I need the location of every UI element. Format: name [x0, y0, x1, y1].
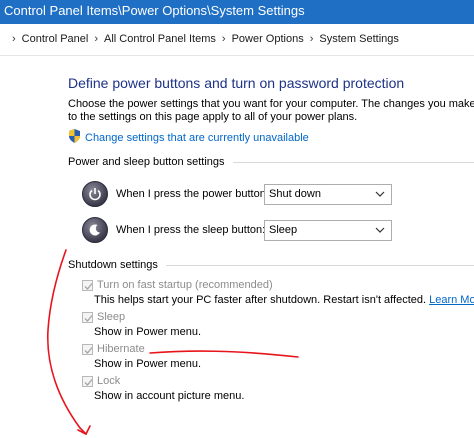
breadcrumb-separator[interactable]: › [310, 33, 314, 45]
power-sleep-section-title: Power and sleep button settings [68, 156, 225, 168]
breadcrumb-control-panel[interactable]: Control Panel [22, 33, 89, 45]
hibernate-description: Show in Power menu. [94, 358, 201, 370]
shutdown-section-title: Shutdown settings [68, 259, 158, 271]
change-settings-link[interactable]: Change settings that are currently unava… [85, 132, 309, 144]
sleep-button-label: When I press the sleep button: [116, 224, 266, 236]
power-sleep-section-header: Power and sleep button settings [68, 156, 474, 168]
fast-startup-description: This helps start your PC faster after sh… [94, 294, 474, 306]
fast-startup-checkbox[interactable] [82, 279, 93, 291]
shutdown-section-header: Shutdown settings [68, 259, 474, 271]
hibernate-label: Hibernate [97, 343, 145, 355]
hibernate-row: Hibernate [82, 343, 145, 355]
power-button-select[interactable]: Shut down [264, 183, 392, 205]
sleep-row: Sleep [82, 311, 125, 323]
power-button-row: When I press the power button: Shut down [82, 181, 392, 207]
sleep-checkbox[interactable] [82, 311, 93, 323]
power-button-label: When I press the power button: [116, 188, 269, 200]
fast-startup-row: Turn on fast startup (recommended) [82, 279, 273, 291]
breadcrumb: › Control Panel › All Control Panel Item… [6, 33, 399, 45]
chevron-down-icon [375, 189, 385, 202]
address-bar[interactable]: › Control Panel › All Control Panel Item… [0, 24, 474, 56]
fast-startup-desc-text: This helps start your PC faster after sh… [94, 294, 427, 306]
sleep-label: Sleep [97, 311, 126, 323]
breadcrumb-all-items[interactable]: All Control Panel Items [104, 33, 216, 45]
breadcrumb-power-options[interactable]: Power Options [232, 33, 304, 45]
breadcrumb-system-settings[interactable]: System Settings [319, 33, 398, 45]
chevron-down-icon [375, 225, 385, 238]
lock-row: Lock [82, 375, 120, 387]
sleep-button-select[interactable]: Sleep [264, 219, 392, 241]
section-divider [165, 264, 474, 266]
sleep-button-row: When I press the sleep button: Sleep [82, 217, 392, 243]
title-bar: Control Panel Items\Power Options\System… [0, 0, 474, 24]
breadcrumb-separator: › [12, 33, 16, 45]
hibernate-checkbox[interactable] [82, 343, 93, 355]
fast-startup-label: Turn on fast startup (recommended) [97, 279, 273, 291]
change-settings-row: Change settings that are currently unava… [68, 129, 309, 146]
main-content: Define power buttons and turn on passwor… [0, 57, 474, 438]
breadcrumb-separator[interactable]: › [94, 33, 98, 45]
lock-label: Lock [97, 375, 121, 387]
lock-checkbox[interactable] [82, 375, 93, 387]
sleep-description: Show in Power menu. [94, 326, 201, 338]
learn-more-link[interactable]: Learn More [429, 294, 474, 306]
power-button-select-value: Shut down [269, 187, 321, 200]
section-divider [232, 161, 474, 163]
window-title: Control Panel Items\Power Options\System… [4, 3, 305, 18]
sleep-button-icon [82, 217, 108, 243]
page-description: Choose the power settings that you want … [68, 98, 474, 123]
page-title: Define power buttons and turn on passwor… [68, 75, 405, 91]
lock-description: Show in account picture menu. [94, 390, 245, 402]
uac-shield-icon [68, 129, 81, 146]
breadcrumb-separator[interactable]: › [222, 33, 226, 45]
power-button-icon [82, 181, 108, 207]
sleep-button-select-value: Sleep [269, 223, 298, 236]
